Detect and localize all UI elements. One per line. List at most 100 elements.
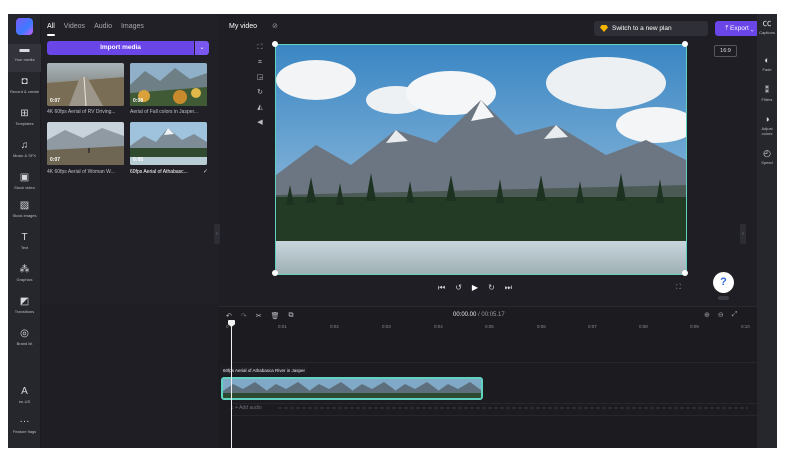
chevron-down-icon[interactable]: ⌄ [195,41,209,55]
media-item-title: 60fps Aerial of Athabasc... [130,169,188,175]
resize-handle[interactable] [682,41,688,47]
media-item-woman-walking[interactable]: 0:07 [47,122,124,165]
rail-item-graphics[interactable]: ⁂ Graphics [8,264,41,292]
collapse-timeline-handle[interactable] [718,296,729,300]
tab-all[interactable]: All [47,23,55,36]
rail-item-label: Graphics [16,277,33,282]
skip-forward-icon[interactable]: ⏭ [505,283,512,295]
rail-item-transitions[interactable]: ◩ Transitions [8,296,41,324]
rail-item-adjust-colors[interactable]: ◑ Adjust colors [757,114,777,136]
ruler-tick: 0:09 [690,324,699,329]
add-audio-track[interactable]: ♫ + Add audio [230,405,262,411]
rotate-icon[interactable]: ↻ [255,88,265,98]
duplicate-icon[interactable]: ⧉ [289,312,294,320]
playhead[interactable] [231,323,232,448]
tab-images[interactable]: Images [121,23,144,33]
play-icon[interactable]: ▶ [472,283,478,295]
resize-handle[interactable] [272,270,278,276]
clip-name-label: 60fps Aerial of Athabasca River in Jaspe… [220,366,309,375]
ruler-tick: 0:02 [330,324,339,329]
rail-item-label: Stock video [14,185,35,190]
rail-item-feature-flags[interactable]: ··· Feature flags [8,416,41,444]
resize-handle[interactable] [682,270,688,276]
export-label: Export [730,25,749,32]
rail-item-captions[interactable]: ㏄ Captions [757,18,777,35]
rail-item-label: Speed [761,160,773,165]
preview-frame-image [276,45,686,274]
rail-item-filters[interactable]: ⁑ Filters [757,85,777,102]
zoom-out-icon[interactable]: ⊖ [718,311,724,319]
resize-handle[interactable] [272,41,278,47]
media-item-title: Aerial of Fall colors in Jasper... [130,109,199,115]
import-media-button[interactable]: Import media [47,41,194,55]
rail-item-stock-images[interactable]: ▨ Stock images [8,200,41,228]
flip-icon[interactable]: ◭ [255,103,265,113]
ruler-tick: 0:04 [434,324,443,329]
track-divider [231,415,757,416]
split-icon[interactable]: ✂ [256,312,262,320]
redo-icon[interactable]: ↷ [241,312,247,320]
forward-5s-icon[interactable]: ↻ [488,283,495,295]
video-clip[interactable] [221,377,483,400]
chevron-down-icon: ⌄ [750,25,754,32]
fit-icon[interactable]: ⛶ [255,43,265,53]
gem-icon [600,25,608,32]
speed-icon: ◴ [763,148,771,158]
time-ruler[interactable]: 0 0:01 0:02 0:03 0:04 0:05 0:06 0:07 0:0… [218,324,757,334]
collapse-left-panel-button[interactable]: ‹ [214,224,220,244]
tab-audio[interactable]: Audio [94,23,112,33]
rail-item-speed[interactable]: ◴ Speed [757,148,777,165]
rail-item-your-media[interactable]: ▬ Your media [8,44,41,72]
video-preview[interactable] [272,41,688,276]
help-button[interactable]: ? [713,272,734,293]
rail-item-stock-video[interactable]: ▣ Stock video [8,172,41,200]
rail-item-brand-kit[interactable]: ◎ Brand kit [8,328,41,356]
tab-videos[interactable]: Videos [64,23,85,33]
undo-icon[interactable]: ↶ [226,312,232,320]
music-icon: ♫ [20,140,29,151]
media-item-rv-driving[interactable]: 0:07 [47,63,124,106]
collapse-right-panel-button[interactable]: › [740,224,746,244]
fullscreen-icon[interactable]: ⛶ [676,284,681,292]
rail-item-label: Brand kit [16,341,33,346]
zoom-fit-icon[interactable]: ⤢ [732,311,738,319]
zoom-controls: ⊕ ⊖ ⤢ [704,311,737,319]
delete-icon[interactable]: 🗑 [271,312,280,320]
graphics-icon: ⁂ [19,264,30,275]
rail-item-record[interactable]: ◘ Record & create [8,76,41,104]
pip-icon[interactable]: ◲ [255,73,265,83]
rail-item-language[interactable]: A en-US [8,386,41,414]
project-title[interactable]: My video [229,23,257,30]
media-duration: 0:07 [50,157,61,163]
rail-item-label: Captions [759,30,775,35]
zoom-in-icon[interactable]: ⊕ [704,311,710,319]
media-item-fall-colors[interactable]: 0:08 [130,63,207,106]
media-item-athabasca[interactable]: 0:05 [130,122,207,165]
media-duration: 0:05 [133,157,144,163]
ruler-tick: 0:01 [278,324,287,329]
stock-video-icon: ▣ [19,172,30,183]
audio-track-placeholder [278,407,748,409]
skip-back-icon[interactable]: ⏮ [438,283,445,295]
aspect-ratio-button[interactable]: 16:9 [714,45,737,57]
app-logo-icon[interactable] [16,18,33,35]
crop-icon[interactable]: ⌗ [255,58,265,68]
rail-item-label: Fade [762,67,772,72]
clip-filmstrip [223,379,481,398]
rail-item-fade[interactable]: ◐ Fade [757,55,777,72]
ruler-tick: 0:10 [741,324,750,329]
captions-icon: ㏄ [762,18,772,28]
text-icon: T [21,232,28,243]
templates-icon: ⊞ [20,108,29,119]
rail-item-label: Templates [15,121,34,126]
rail-item-music[interactable]: ♫ Music & SFX [8,140,41,168]
switch-plan-button[interactable]: Switch to a new plan [594,21,708,36]
timecode: 00:00.00 / 00:05.17 [453,312,505,318]
rail-item-templates[interactable]: ⊞ Templates [8,108,41,136]
rail-item-label: Feature flags [12,429,37,434]
timecode-current: 00:00.00 [453,312,477,318]
volume-icon[interactable]: ◀ [255,118,265,128]
rewind-5s-icon[interactable]: ↺ [455,283,462,295]
filters-icon: ⁑ [764,85,770,95]
rail-item-text[interactable]: T Text [8,232,41,260]
